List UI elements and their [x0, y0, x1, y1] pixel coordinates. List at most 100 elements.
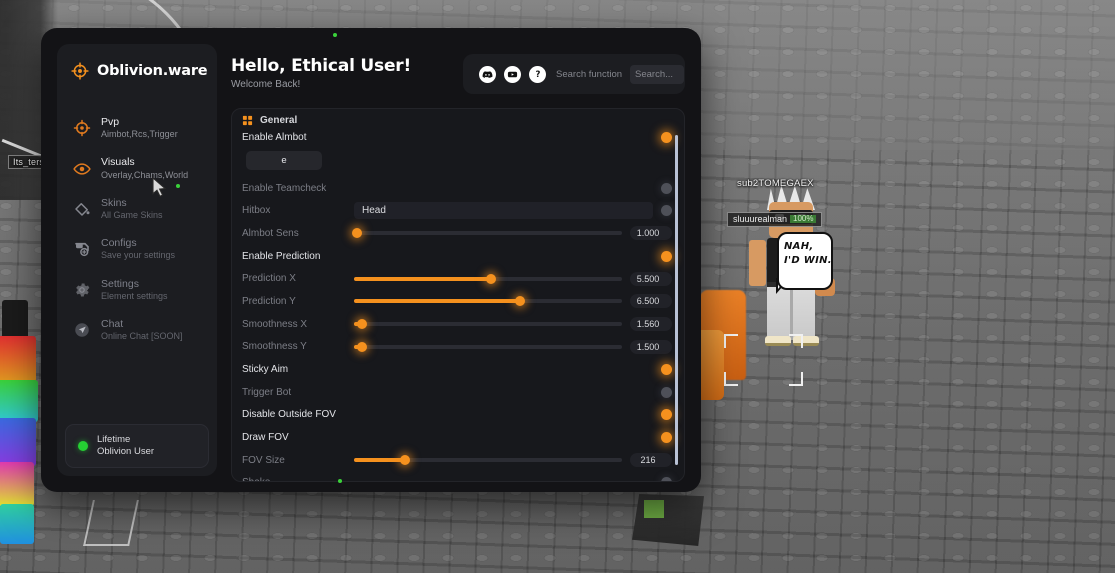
slider-knob[interactable] — [357, 341, 368, 352]
sidebar-item-skins[interactable]: Skins All Game Skins — [57, 189, 217, 229]
particle-dot — [338, 479, 342, 483]
sidebar-item-visuals-title: Visuals — [101, 156, 135, 169]
youtube-icon[interactable] — [504, 65, 521, 83]
sidebar-item-settings[interactable]: Settings Element settings — [57, 270, 217, 310]
slider-aimbot-sens[interactable] — [351, 226, 622, 240]
nametag-target-label: sluuurealman — [733, 214, 788, 224]
cheat-menu-window: Oblivion.ware Pvp Aimbot,Rcs,Trigger Vis… — [41, 28, 701, 492]
toggle-enable-teamcheck[interactable] — [661, 182, 672, 194]
setting-row-enable-aimbot[interactable]: Enable Almbot — [242, 126, 672, 149]
slider-knob[interactable] — [357, 319, 368, 330]
setting-label: Disable Outside FOV — [242, 409, 336, 421]
sidebar-item-chat[interactable]: Chat Online Chat [SOON] — [57, 310, 217, 350]
discord-icon[interactable] — [479, 65, 496, 83]
slider-fill — [354, 299, 521, 304]
setting-label: FOV Size — [242, 454, 285, 466]
sidebar-item-skins-sub: All Game Skins — [101, 209, 163, 220]
toggle-shake[interactable] — [661, 477, 672, 481]
setting-row-prediction-x[interactable]: Prediction X 5.500 — [242, 267, 672, 290]
setting-label: Almbot Sens — [242, 227, 299, 239]
slider-fov-size[interactable] — [354, 453, 622, 467]
toggle-trigger-bot[interactable] — [661, 386, 672, 398]
setting-label: Trigger Bot — [242, 386, 292, 398]
setting-row-fov-size[interactable]: FOV Size 216 — [242, 449, 672, 472]
slider-value: 5.500 — [630, 271, 672, 286]
help-icon[interactable]: ? — [529, 65, 546, 83]
search-label: Search function — [556, 68, 623, 80]
slider-track — [354, 322, 622, 327]
paint-bucket-icon — [75, 202, 90, 216]
sidebar-item-visuals[interactable]: Visuals Overlay,Chams,World — [57, 148, 217, 188]
sidebar-item-visuals-sub: Overlay,Chams,World — [101, 169, 189, 180]
nametag-other-player: sub2TOMEGAEX — [737, 178, 814, 189]
slider-smoothness-x[interactable] — [354, 317, 622, 331]
speech-bubble: NAH, I'D WIN. — [777, 232, 833, 290]
sidebar-item-configs-title: Configs — [101, 237, 137, 250]
setting-label: Enable Almbot — [242, 131, 307, 143]
brand: Oblivion.ware — [57, 44, 217, 80]
grid-icon — [242, 115, 253, 126]
section-header: General — [232, 109, 684, 126]
panel-scrollbar[interactable] — [675, 135, 678, 465]
toggle-enable-prediction[interactable] — [661, 250, 672, 262]
setting-row-smoothness-y[interactable]: Smoothness Y 1.500 — [242, 336, 672, 359]
setting-row-enable-prediction[interactable]: Enable Prediction — [242, 245, 672, 268]
slider-prediction-y[interactable] — [354, 294, 622, 308]
send-icon — [75, 323, 89, 337]
setting-row-hitbox[interactable]: Hitbox Head — [242, 199, 672, 222]
nametag-target: sluuurealman 100% — [727, 212, 823, 227]
setting-row-shake[interactable]: Shake — [242, 472, 672, 481]
slider-knob[interactable] — [351, 228, 362, 239]
toggle-sticky-aim[interactable] — [661, 364, 672, 376]
toggle-disable-outside-fov[interactable] — [661, 409, 672, 421]
sidebar-item-configs[interactable]: Configs Save your settings — [57, 229, 217, 269]
sidebar-item-pvp[interactable]: Pvp Aimbot,Rcs,Trigger — [57, 108, 217, 148]
setting-label: Enable Prediction — [242, 250, 321, 262]
sidebar-item-settings-title: Settings — [101, 277, 139, 290]
brand-name: Oblivion.ware — [97, 63, 208, 79]
setting-row-prediction-y[interactable]: Prediction Y 6.500 — [242, 290, 672, 313]
search-input[interactable] — [630, 64, 685, 84]
sidebar-item-chat-title: Chat — [101, 317, 124, 330]
slider-value: 216 — [630, 453, 672, 468]
crosshair-icon — [73, 119, 91, 137]
slider-prediction-x[interactable] — [354, 272, 622, 286]
setting-label: Smoothness X — [242, 318, 308, 330]
slider-knob[interactable] — [399, 455, 410, 466]
health-bar: 100% — [790, 214, 817, 223]
section-name: General — [260, 115, 298, 126]
sidebar: Oblivion.ware Pvp Aimbot,Rcs,Trigger Vis… — [57, 44, 217, 476]
setting-row-enable-teamcheck[interactable]: Enable Teamcheck — [242, 177, 672, 200]
slider-value: 1.000 — [630, 226, 672, 241]
mouse-cursor — [152, 177, 167, 198]
slider-knob[interactable] — [515, 296, 526, 307]
setting-row-disable-outside-fov[interactable]: Disable Outside FOV — [242, 404, 672, 427]
setting-label: Smoothness Y — [242, 341, 307, 353]
setting-row-smoothness-x[interactable]: Smoothness X 1.560 — [242, 313, 672, 336]
setting-row-aimbot-sens[interactable]: Almbot Sens 1.000 — [242, 222, 672, 245]
slider-value: 1.500 — [630, 339, 672, 354]
toggle-draw-fov[interactable] — [661, 432, 672, 444]
slider-fill — [354, 276, 491, 281]
slider-knob[interactable] — [485, 273, 496, 284]
target-bracket-top-right — [789, 334, 803, 348]
target-bracket-bottom-right — [789, 372, 803, 386]
setting-label: Prediction X — [242, 273, 296, 285]
user-card[interactable]: Lifetime Oblivion User — [65, 424, 209, 468]
slider-fill — [354, 458, 405, 463]
save-icon — [75, 243, 89, 257]
setting-row-trigger-bot[interactable]: Trigger Bot — [242, 381, 672, 404]
dropdown-hitbox[interactable]: Head — [354, 202, 653, 220]
toggle-hitbox[interactable] — [661, 205, 672, 217]
sidebar-item-chat-sub: Online Chat [SOON] — [101, 331, 183, 341]
sidebar-nav: Pvp Aimbot,Rcs,Trigger Visuals Overlay,C… — [57, 108, 217, 350]
screen: sub2TOMEGAEX sluuurealman 100% Its_ters … — [0, 0, 1115, 573]
setting-row-draw-fov[interactable]: Draw FOV — [242, 426, 672, 449]
setting-label: Prediction Y — [242, 295, 296, 307]
setting-row-sticky-aim[interactable]: Sticky Aim — [242, 358, 672, 381]
toggle-enable-aimbot[interactable] — [661, 131, 672, 143]
wall-fragment — [83, 500, 139, 546]
keybind-button[interactable]: e — [246, 150, 322, 170]
discord-glyph — [482, 70, 493, 78]
slider-smoothness-y[interactable] — [354, 340, 622, 354]
